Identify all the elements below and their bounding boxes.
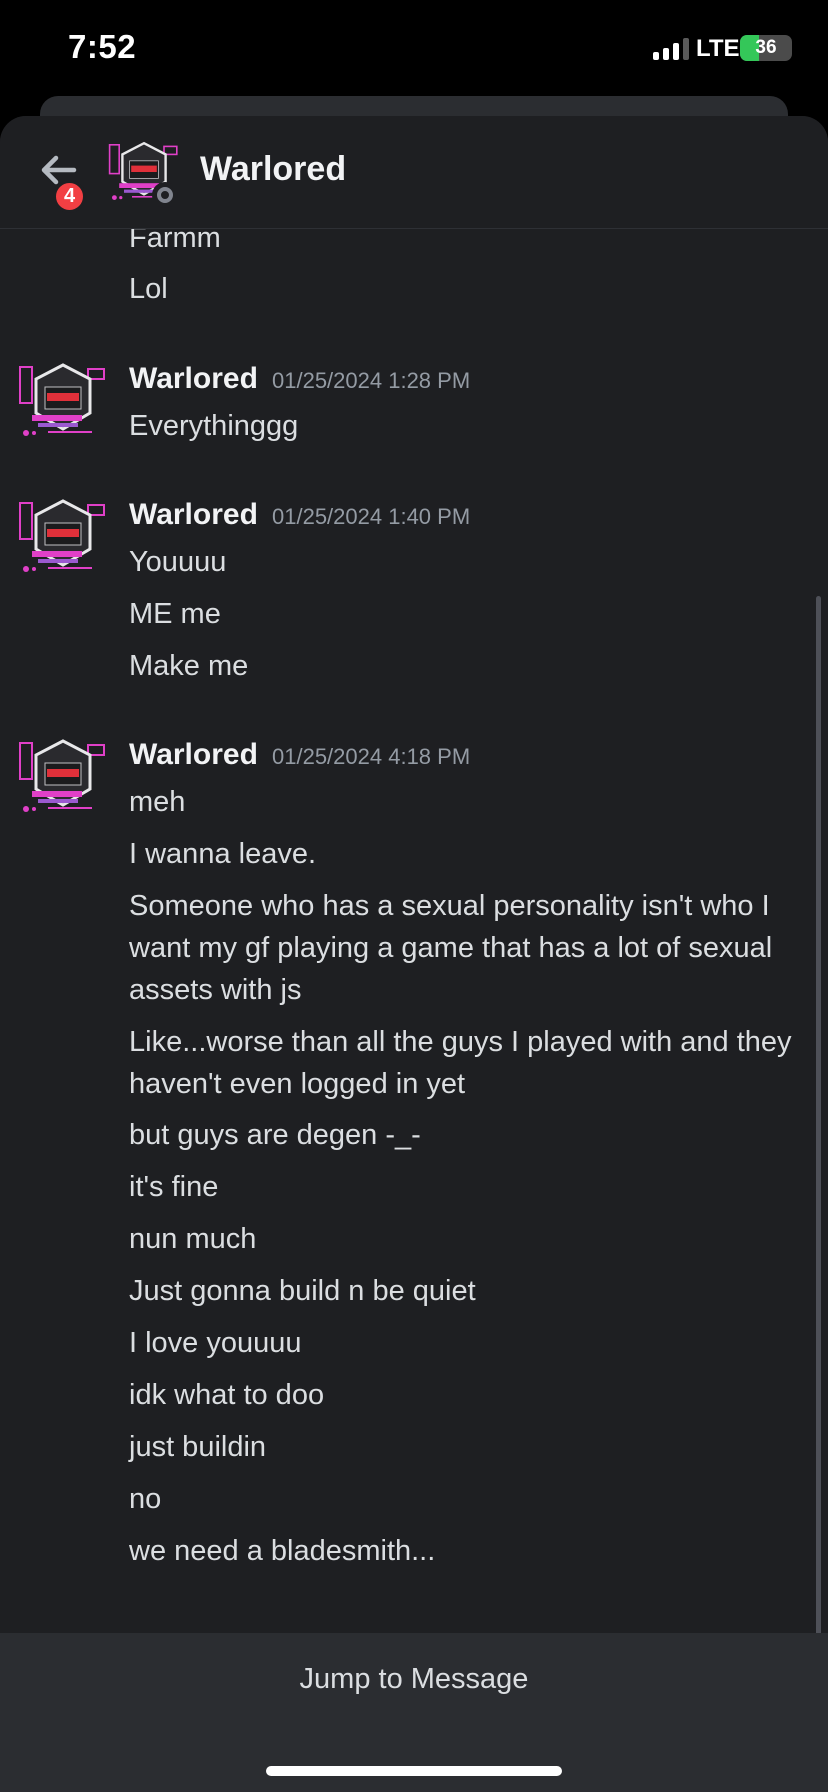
message-line[interactable]: Farmm [129,229,221,259]
channel-header: 4 Warlored [0,116,828,229]
message-line[interactable]: just buildin [129,1426,266,1468]
avatar-image [19,363,105,436]
message-line[interactable]: no [129,1478,161,1520]
message-line[interactable]: meh [129,781,185,823]
message-line[interactable]: Just gonna build n be quiet [129,1270,476,1312]
message-line[interactable]: idk what to doo [129,1374,324,1416]
home-indicator[interactable] [266,1766,562,1776]
message-author[interactable]: Warlored [129,738,258,772]
avatar-image [19,739,105,812]
message-line[interactable]: Make me [129,645,248,687]
avatar[interactable] [18,361,108,441]
jump-bar: Jump to Message [0,1633,828,1792]
message-author[interactable]: Warlored [129,498,258,532]
message-timestamp: 01/25/2024 1:40 PM [272,504,471,529]
message-line[interactable]: ME me [129,593,221,635]
message-line[interactable]: nun much [129,1218,256,1260]
message-timestamp: 01/25/2024 1:28 PM [272,368,471,393]
battery-level: 36 [755,37,777,58]
avatar[interactable] [18,737,108,817]
message-line[interactable]: we need a bladesmith... [129,1530,435,1572]
status-time: 7:52 [68,28,137,65]
message-line[interactable]: Everythinggg [129,405,298,447]
battery-icon: 36 [740,35,792,61]
unread-badge: 4 [53,180,86,213]
cellular-signal-icon [653,38,689,60]
message-line[interactable]: it's fine [129,1166,218,1208]
message-line[interactable]: I love youuuu [129,1322,302,1364]
message-timestamp: 01/25/2024 4:18 PM [272,744,471,769]
message-line[interactable]: I wanna leave. [129,833,316,875]
message-line[interactable]: Someone who has a sexual personality isn… [129,885,809,1011]
network-type: LTE [696,35,740,62]
avatar[interactable] [18,497,108,577]
message-list[interactable]: Farmm Lol Warlored 01/25/2024 1:28 PM Ev… [0,229,828,1749]
status-bar: 7:52 LTE 36 [0,0,828,100]
jump-to-message-button[interactable]: Jump to Message [0,1663,828,1696]
message-line[interactable]: but guys are degen -_- [129,1114,421,1156]
message-author[interactable]: Warlored [129,362,258,396]
message-line[interactable]: Youuuu [129,541,226,583]
offline-status-icon [152,182,178,208]
dm-sheet: 4 Warlored Farmm Lol Warlored 01/25/2024… [0,116,828,1792]
channel-title[interactable]: Warlored [200,150,346,189]
message-line[interactable]: Like...worse than all the guys I played … [129,1021,809,1105]
avatar-image [19,499,105,572]
message-line[interactable]: Lol [129,268,168,310]
scrollbar[interactable] [816,596,821,1746]
